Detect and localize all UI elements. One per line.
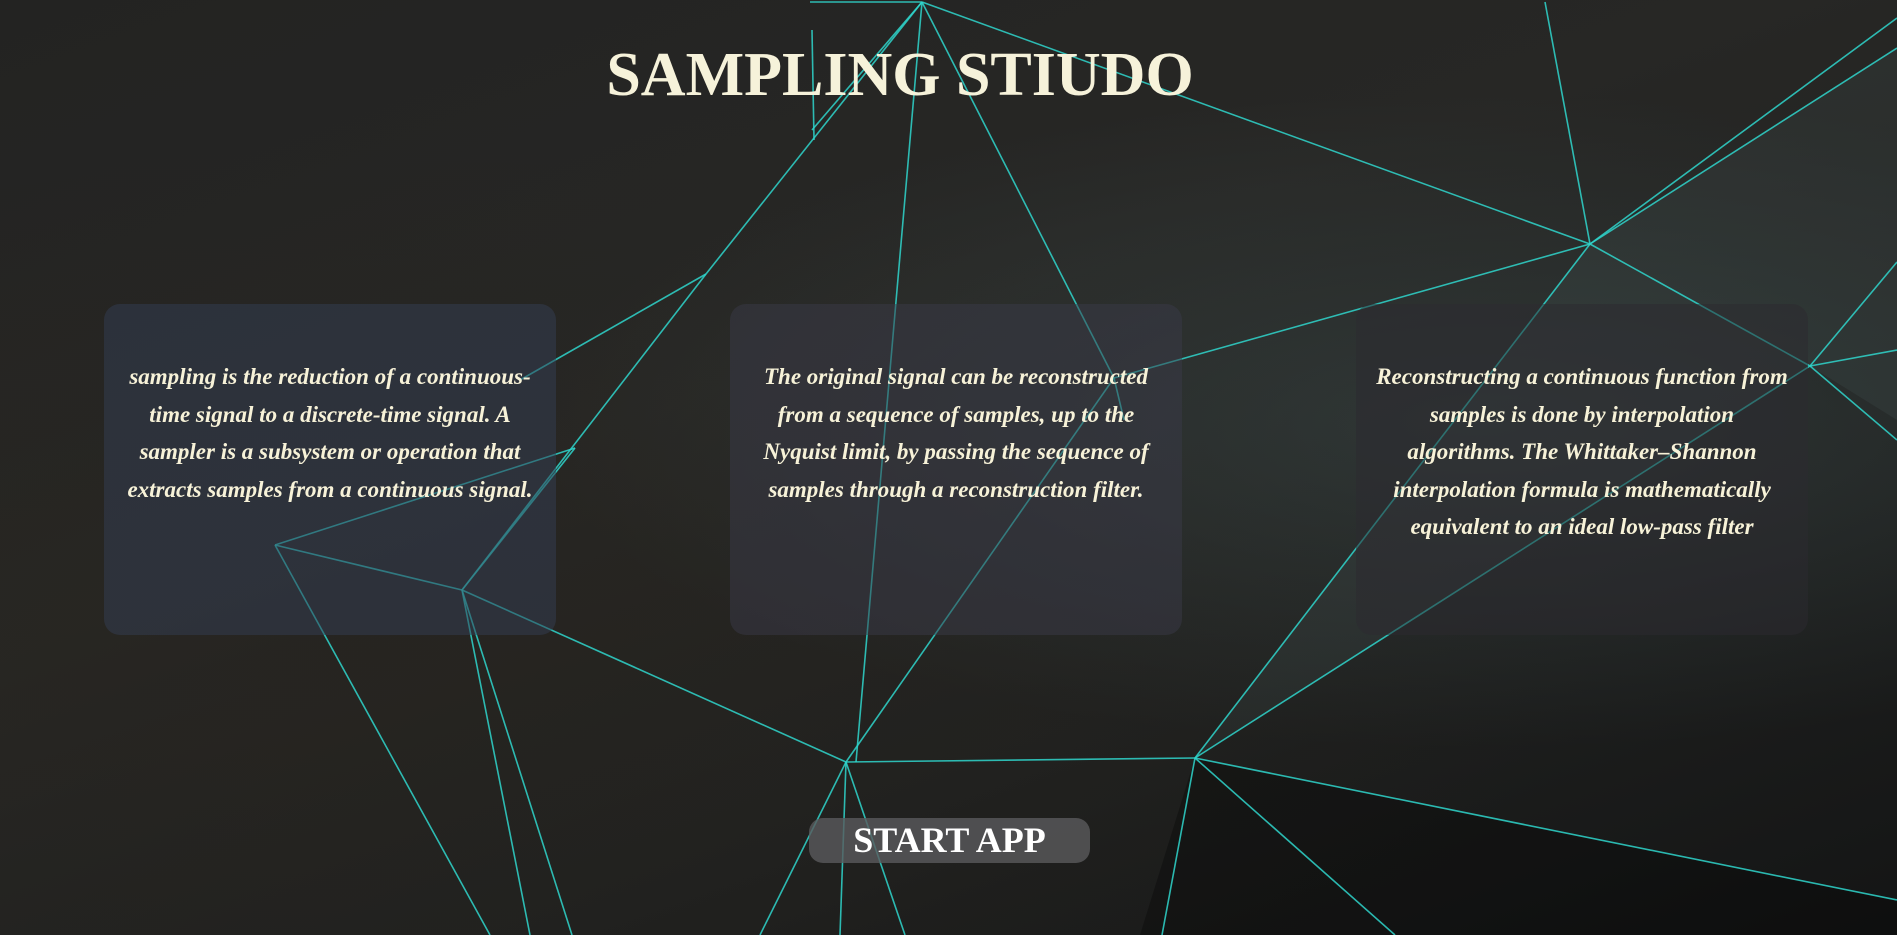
start-app-button[interactable]: START APP xyxy=(809,818,1090,863)
landing-page: SAMPLING STIUDO sampling is the reductio… xyxy=(0,0,1897,935)
page-title: SAMPLING STIUDO xyxy=(606,41,1194,109)
mesh-facet xyxy=(1140,758,1897,935)
info-card-text: The original signal can be reconstructed… xyxy=(763,364,1149,502)
mesh-edge xyxy=(461,589,573,935)
info-card-sampling: sampling is the reduction of a continuou… xyxy=(104,304,556,635)
mesh-edge xyxy=(845,757,1196,763)
info-card-interpolation: Reconstructing a continuous function fro… xyxy=(1356,304,1808,635)
mesh-edge xyxy=(1544,1,1591,245)
info-card-reconstruction: The original signal can be reconstructed… xyxy=(730,304,1182,635)
mesh-edge xyxy=(921,1,1591,245)
info-card-text: Reconstructing a continuous function fro… xyxy=(1376,364,1788,539)
info-card-text: sampling is the reduction of a continuou… xyxy=(127,364,533,502)
mesh-edge xyxy=(461,589,531,935)
